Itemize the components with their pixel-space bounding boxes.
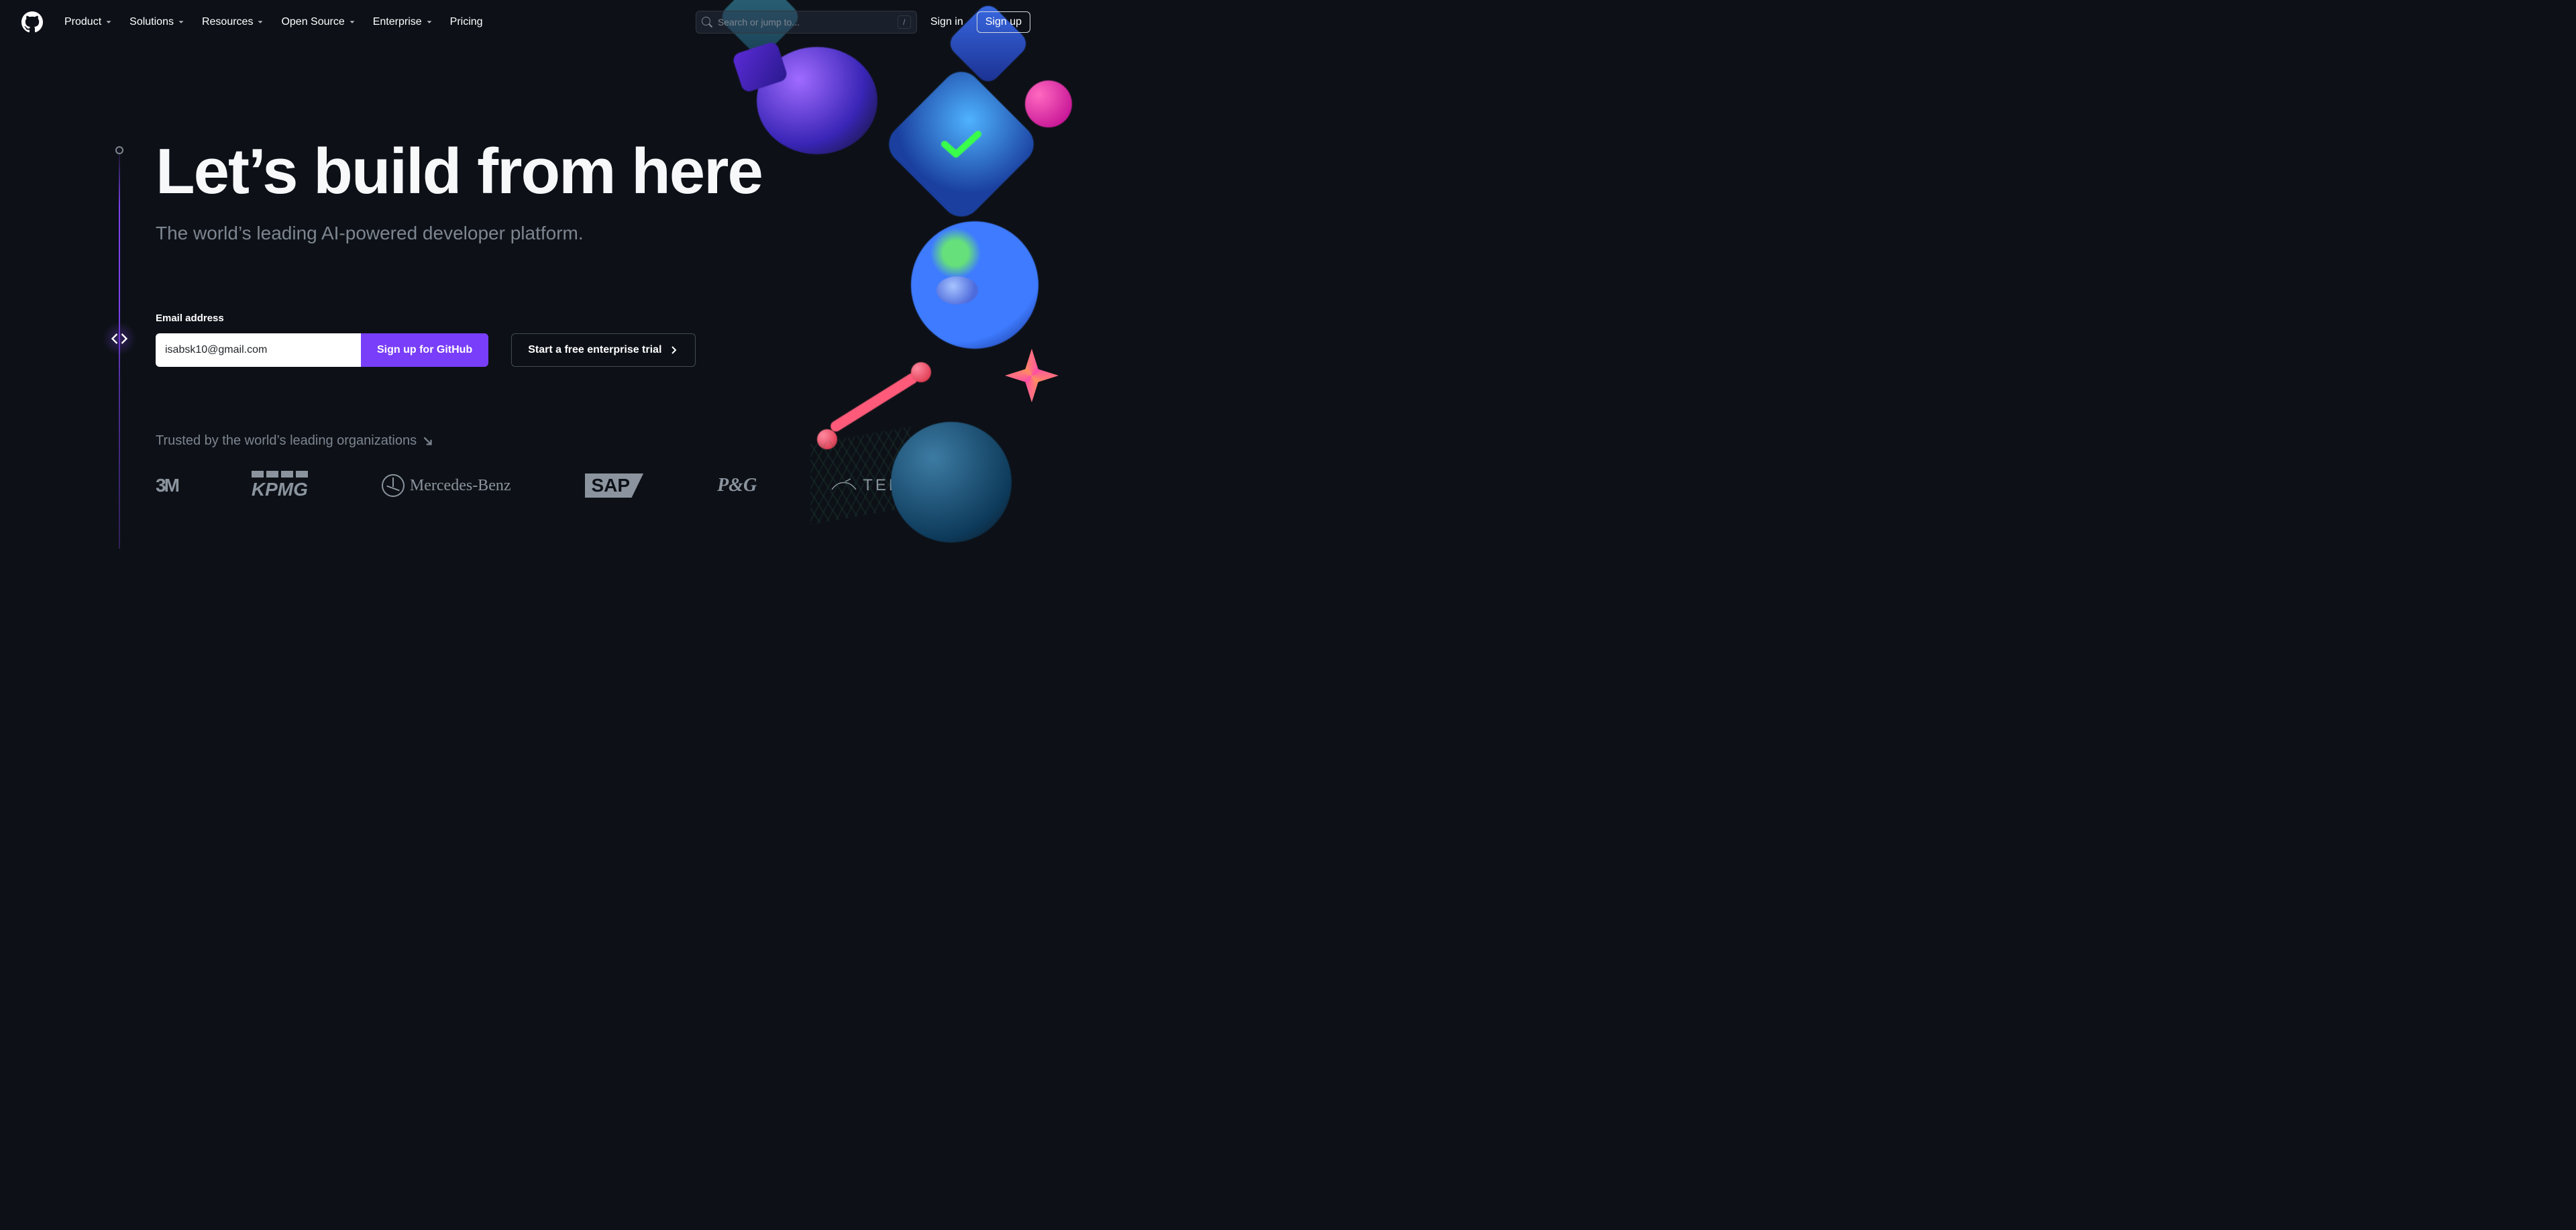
mercedes-star-icon [382, 474, 405, 497]
sign-in-link[interactable]: Sign in [930, 16, 963, 28]
chevron-right-icon [668, 345, 679, 355]
decorative-star-icon [1005, 349, 1059, 402]
nav-item-pricing[interactable]: Pricing [445, 12, 488, 32]
email-label: Email address [156, 313, 696, 324]
nav-label: Open Source [281, 16, 344, 28]
sign-up-button[interactable]: Sign up [977, 11, 1030, 33]
nav-item-product[interactable]: Product [59, 12, 119, 32]
nav-item-enterprise[interactable]: Enterprise [368, 12, 439, 32]
sign-up-github-button[interactable]: Sign up for GitHub [361, 333, 488, 367]
search-box[interactable]: / [696, 11, 917, 34]
logo-pg: P&G [717, 475, 757, 496]
arrow-down-right-icon [422, 435, 434, 447]
decorative-globe-icon [891, 422, 1012, 543]
trusted-line: Trusted by the world’s leading organizat… [156, 433, 434, 449]
nav-label: Pricing [450, 16, 483, 28]
hero: Let’s build from here The world’s leadin… [156, 139, 826, 244]
nav-label: Enterprise [373, 16, 422, 28]
chevron-down-icon [347, 17, 357, 27]
timeline-node [103, 322, 136, 355]
decorative-check-shield-icon [881, 64, 1042, 225]
logo-kpmg: KPMG [252, 471, 308, 500]
nav-item-resources[interactable]: Resources [197, 12, 270, 32]
nav-label: Product [64, 16, 101, 28]
decorative-sphere-icon [1025, 80, 1072, 127]
header: Product Solutions Resources Open Source … [0, 0, 1052, 44]
chevron-down-icon [104, 17, 113, 27]
logo-sap: SAP [585, 473, 644, 498]
github-logo-icon[interactable] [21, 11, 43, 33]
signup-form: Email address Sign up for GitHub Start a… [156, 313, 696, 367]
timeline-dot [115, 146, 123, 154]
hero-headline: Let’s build from here [156, 139, 826, 204]
primary-nav: Product Solutions Resources Open Source … [59, 12, 488, 32]
email-input-group: Sign up for GitHub [156, 333, 488, 367]
hero-subhead: The world’s leading AI-powered developer… [156, 223, 826, 244]
chevron-down-icon [425, 17, 434, 27]
trusted-text: Trusted by the world’s leading organizat… [156, 433, 417, 449]
search-shortcut-key: / [898, 15, 911, 29]
logo-mercedes-benz: Mercedes-Benz [382, 474, 511, 497]
email-input[interactable] [156, 333, 361, 367]
decorative-copilot-icon [757, 47, 877, 154]
form-row: Sign up for GitHub Start a free enterpri… [156, 333, 696, 367]
nav-item-solutions[interactable]: Solutions [124, 12, 191, 32]
kpmg-bars-icon [252, 471, 308, 478]
nav-item-open-source[interactable]: Open Source [276, 12, 362, 32]
search-icon [702, 17, 712, 27]
decorative-mona-icon [911, 221, 1038, 349]
code-icon [110, 329, 129, 348]
enterprise-button-label: Start a free enterprise trial [528, 344, 661, 356]
nav-label: Solutions [129, 16, 174, 28]
nav-label: Resources [202, 16, 253, 28]
chevron-down-icon [256, 17, 265, 27]
logo-3m: 3M [156, 475, 178, 496]
start-enterprise-trial-button[interactable]: Start a free enterprise trial [511, 333, 696, 367]
search-input[interactable] [712, 17, 898, 27]
chevron-down-icon [176, 17, 186, 27]
